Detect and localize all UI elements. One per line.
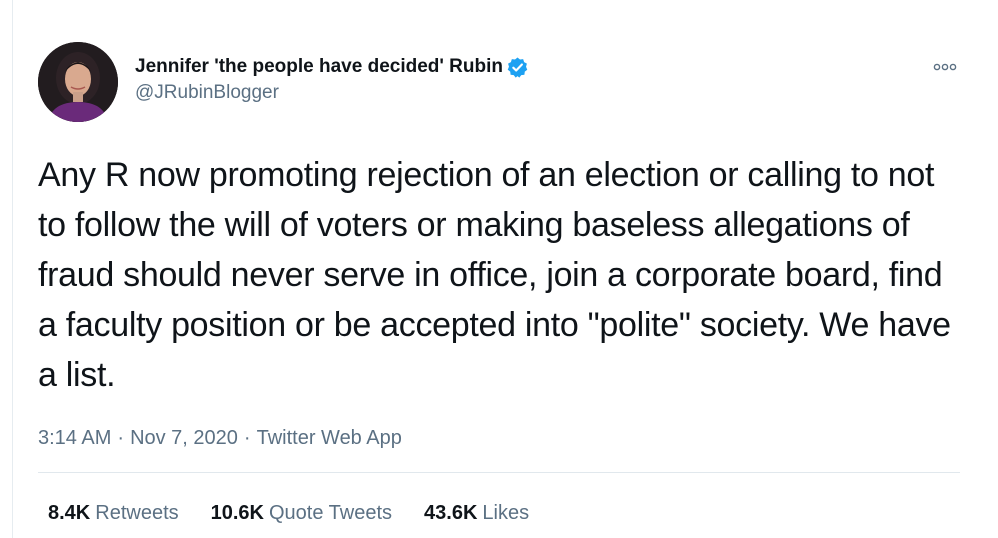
likes-label: Likes — [482, 502, 530, 524]
more-options-icon[interactable] — [932, 60, 958, 72]
quote-tweets-stat[interactable]: 10.6K Quote Tweets — [211, 502, 392, 525]
retweets-count: 8.4K — [48, 502, 91, 524]
retweets-stat[interactable]: 8.4K Retweets — [48, 502, 179, 525]
left-border — [12, 0, 13, 538]
tweet-date[interactable]: Nov 7, 2020 — [130, 427, 238, 450]
tweet-card: Jennifer 'the people have decided' Rubin… — [38, 36, 960, 525]
tweet-text: Any R now promoting rejection of an elec… — [38, 156, 951, 394]
retweets-label: Retweets — [95, 502, 179, 524]
quote-tweets-label: Quote Tweets — [269, 502, 393, 524]
tweet-stats: 8.4K Retweets 10.6K Quote Tweets 43.6K Like… — [38, 502, 960, 525]
tweet-meta: 3:14 AM · Nov 7, 2020 · Twitter Web App — [38, 427, 960, 450]
meta-separator: · — [117, 427, 125, 449]
verified-badge-icon — [506, 56, 529, 79]
tweet-source[interactable]: Twitter Web App — [257, 427, 402, 450]
quote-tweets-count: 10.6K — [210, 502, 264, 524]
meta-separator: · — [243, 427, 251, 449]
user-handle[interactable]: @JRubinBlogger — [135, 82, 529, 104]
avatar[interactable] — [38, 42, 118, 122]
display-name-row: Jennifer 'the people have decided' Rubin — [135, 54, 529, 80]
user-names: Jennifer 'the people have decided' Rubin… — [135, 54, 529, 104]
display-name[interactable]: Jennifer 'the people have decided' Rubin — [135, 56, 503, 78]
likes-count: 43.6K — [424, 502, 478, 524]
likes-stat[interactable]: 43.6K Likes — [424, 502, 529, 525]
tweet-header: Jennifer 'the people have decided' Rubin… — [38, 36, 960, 126]
tweet-time[interactable]: 3:14 AM — [38, 427, 111, 450]
avatar-portrait-icon — [38, 42, 118, 122]
divider — [38, 472, 960, 473]
